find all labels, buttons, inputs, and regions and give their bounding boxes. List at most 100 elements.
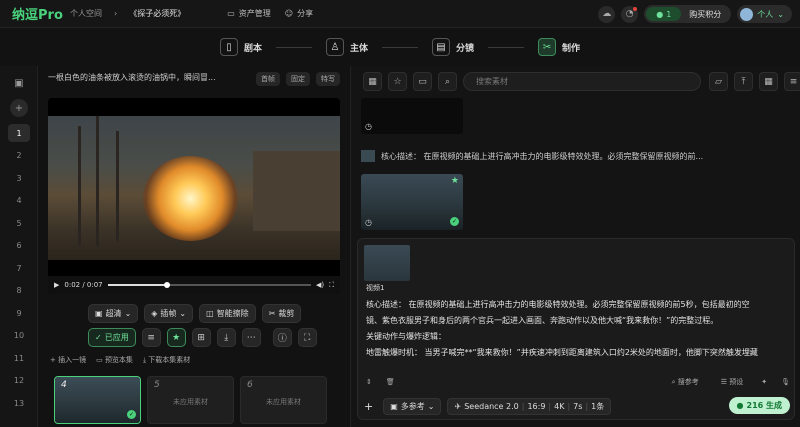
step-script[interactable]: ▯ 剧本 [219,38,262,56]
sidebar-shot-3[interactable]: 3 [8,169,30,187]
asset-small-thumbnail [361,150,375,162]
sidebar-shot-9[interactable]: 9 [8,304,30,322]
video-player[interactable]: ▶ 0:02 / 0:07 ◀) ⛶ [48,98,340,294]
trash-icon[interactable]: 🗑 [386,378,395,386]
crop-label: 裁剪 [278,309,295,318]
progress-knob[interactable] [163,282,170,288]
sidebar-shot-2[interactable]: 2 [8,147,30,165]
shot-description[interactable]: 一根白色的油条被放入滚烫的油锅中，瞬间冒... [48,72,253,83]
user-menu[interactable]: 个人 ⌄ [737,5,792,23]
breadcrumb-personal-space[interactable]: 个人空间 [70,8,102,19]
sidebar-shot-8[interactable]: 8 [8,282,30,300]
panel-toggle-icon[interactable]: ▣ [10,74,28,92]
sidebar-shot-12[interactable]: 12 [8,372,30,390]
tag-closeup: 特写 [316,72,340,86]
step-production[interactable]: ✂ 制作 [538,38,580,56]
shot-card-4[interactable]: 4 ✓ [54,376,141,424]
grid-icon[interactable]: ▦ [759,72,778,91]
download-icon[interactable]: ⤓ [216,328,236,347]
generate-button[interactable]: ● 216 生成 [728,397,790,414]
asset-item[interactable]: ◷ [361,98,463,134]
folder-open-icon[interactable]: ▱ [709,72,728,91]
prompt-line: 镜、紫色衣服男子和身后的两个官兵一起进入画面、奔跑动作以及他大喊“我来救你！”的… [366,316,719,325]
asset-manage-link[interactable]: ▭ 资产管理 [227,8,271,19]
fullscreen-icon[interactable]: ⛶ [329,281,334,290]
multi-reference-label: 多参考 [400,401,425,411]
upscale-button[interactable]: ▣ 超清 ⌄ [88,304,139,323]
asset-video-item[interactable]: ★ ◷ ✓ [361,174,463,230]
shot-strip: 4 ✓ 5 未应用素材 6 未应用素材 [54,376,327,424]
clock-icon: ◷ [365,218,372,227]
list-icon[interactable]: ≡ [141,328,161,347]
list-view-icon[interactable]: ≡ [784,72,800,91]
tag-first-frame: 首帧 [256,72,280,86]
cloud-button[interactable]: ☁ [598,5,616,23]
star-icon: ★ [450,176,459,186]
sidebar-shot-10[interactable]: 10 [8,327,30,345]
volume-icon[interactable]: ◀) [316,281,324,289]
sidebar-shot-13[interactable]: 13 [8,394,30,412]
notification-button[interactable]: ◔ [621,5,639,23]
multi-reference-select[interactable]: ▣ 多参考 ⌄ [383,397,442,415]
preset-button[interactable]: ☰ 预设 [721,377,744,387]
app-logo[interactable]: 纳逗Pro [12,4,70,23]
shot-card-5[interactable]: 5 未应用素材 [147,376,234,424]
prompt-text[interactable]: 核心描述： 在原视频的基础上进行高冲击力的电影级特效处理。必须完整保留原视频的前… [366,297,790,361]
reference-video-thumbnail[interactable] [364,245,410,281]
step-script-label: 剧本 [243,43,262,54]
prompt-editor[interactable]: 视频1 核心描述： 在原视频的基础上进行高冲击力的电影级特效处理。必须完整保留原… [357,238,795,420]
insert-shot-link[interactable]: + 插入一镜 [50,355,86,365]
chevron-down-icon: ⌄ [179,309,187,318]
folder-icon[interactable]: ▭ [413,72,432,91]
add-icon[interactable]: + [364,400,373,413]
interpolate-button[interactable]: ◈ 插帧 ⌄ [144,304,194,323]
asset-description-row: 核心描述： 在原视频的基础上进行高冲击力的电影级特效处理。必须完整保留原视频的前… [361,150,703,162]
step-subject[interactable]: ♙ 主体 [325,38,368,56]
star-icon[interactable]: ☆ [388,72,407,91]
share-link[interactable]: ☺ 分享 [285,8,313,19]
star-icon[interactable]: ★ [166,328,186,347]
prompt-actions: ⇕ 🗑 ⌕ 搜参考 ☰ 预设 ✦ 🎙 [366,375,790,389]
applied-button[interactable]: ✓ 已应用 [88,328,136,347]
sidebar-shot-5[interactable]: 5 [8,214,30,232]
chevron-down-icon: ⌄ [777,9,784,19]
save-icon[interactable]: ⊞ [191,328,211,347]
breadcrumb-project[interactable]: 《探子必须死》 [129,8,185,19]
sidebar-shot-4[interactable]: 4 [8,192,30,210]
expand-collapse-icon[interactable]: ⇕ [366,378,372,386]
step-storyboard[interactable]: ▤ 分镜 [432,38,474,56]
preview-episode-link[interactable]: ▭ 预览本集 [96,355,133,365]
upload-icon[interactable]: ⤒ [734,72,753,91]
breadcrumb-separator: › [114,9,118,18]
shot-card-6[interactable]: 6 未应用素材 [240,376,327,424]
microphone-icon[interactable]: 🎙 [781,378,790,386]
share-label: 分享 [297,9,314,18]
more-icon[interactable]: ⋯ [241,328,261,347]
info-icon[interactable]: ⓘ [272,328,292,347]
generate-label: 216 生成 [746,401,782,410]
sidebar-shot-7[interactable]: 7 [8,259,30,277]
buy-credits-button[interactable]: 购买积分 [681,9,729,20]
expand-icon[interactable]: ⛶ [297,328,317,347]
magic-icon[interactable]: ✦ [761,378,767,386]
shot-empty-label: 未应用素材 [266,398,301,406]
sidebar-shot-11[interactable]: 11 [8,349,30,367]
sidebar-shot-1[interactable]: 1 [8,124,30,142]
asset-search-input[interactable]: 搜索素材 [463,72,701,91]
chevron-down-icon: ⌄ [427,401,435,411]
play-icon[interactable]: ▶ [54,281,59,289]
search-reference-button[interactable]: ⌕ 搜参考 [672,377,699,387]
add-shot-button[interactable]: + [10,99,28,117]
credits-widget: ● 1 购买积分 [644,5,732,23]
file-search-icon[interactable]: ⌕ [438,72,457,91]
resolution-label: 4K [554,401,565,411]
calendar-icon[interactable]: ▦ [363,72,382,91]
video-progress-bar[interactable] [107,282,311,288]
download-episode-link[interactable]: ⤓ 下载本集素材 [143,355,190,365]
smart-erase-button[interactable]: ◫ 智能擦除 [199,304,256,323]
step-subject-label: 主体 [349,43,368,54]
crop-button[interactable]: ✂ 裁剪 [261,304,302,323]
model-select[interactable]: ✈ Seedance 2.0 | 16:9 | 4K | 7s | 1条 [447,397,612,415]
tag-fixed: 固定 [286,72,310,86]
sidebar-shot-6[interactable]: 6 [8,237,30,255]
